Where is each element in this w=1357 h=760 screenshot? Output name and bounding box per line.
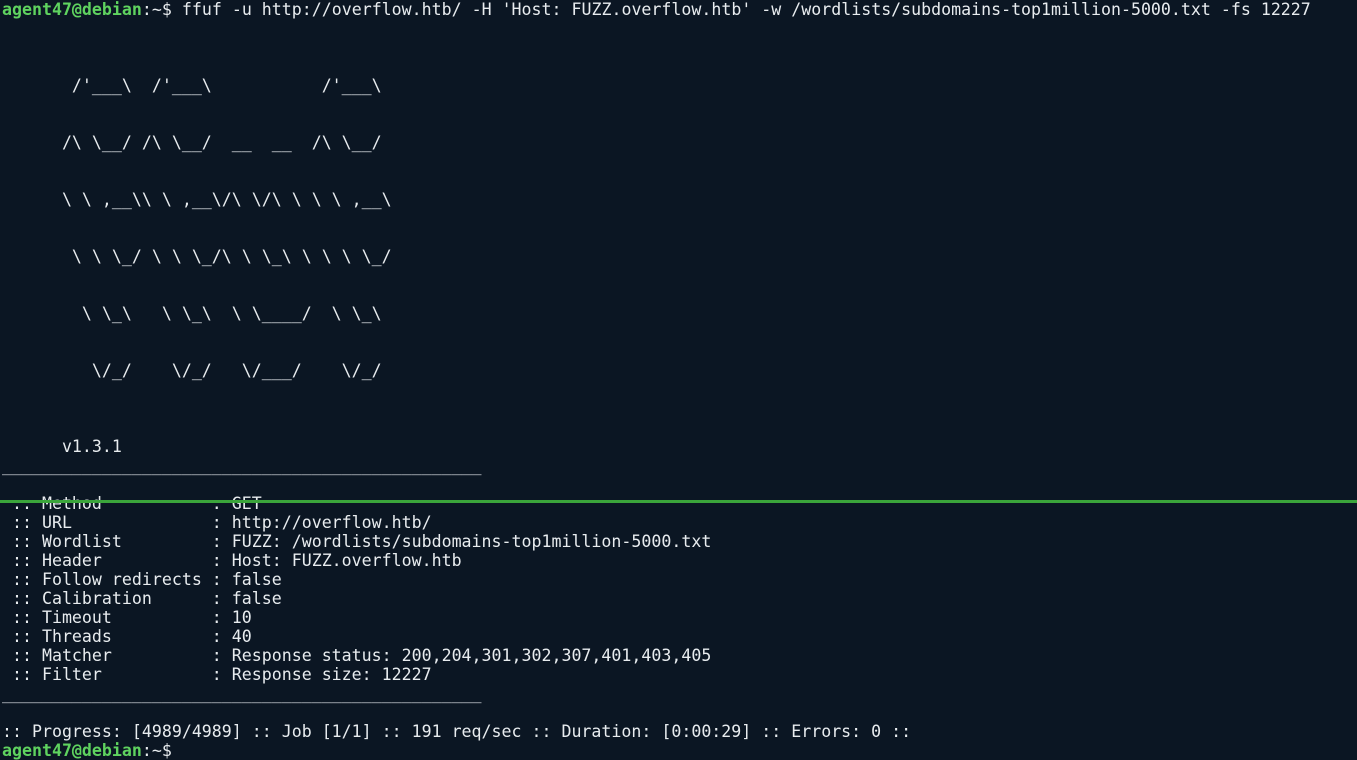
prompt-symbol: $ [162,0,172,19]
prompt-user: agent47@debian [2,741,142,760]
prompt-path: ~ [152,741,162,760]
config-list: :: Method : GET :: URL : http://overflow… [2,494,1357,684]
config-value: : Host: FUZZ.overflow.htb [212,551,462,570]
separator-rule: ________________________________________… [2,684,1357,703]
config-value: : Response status: 200,204,301,302,307,4… [212,646,712,665]
config-label: :: Filter [2,665,212,684]
command-text: ffuf -u http://overflow.htb/ -H 'Host: F… [182,0,1311,19]
prompt-separator: : [142,741,152,760]
terminal-window[interactable]: agent47@debian:~$ ffuf -u http://overflo… [0,0,1357,503]
config-row: :: Method : GET [2,494,1357,513]
config-label: :: Timeout [2,608,212,627]
config-value: : 40 [212,627,252,646]
config-value: : http://overflow.htb/ [212,513,432,532]
config-label: :: URL [2,513,212,532]
config-row: :: Threads : 40 [2,627,1357,646]
config-label: :: Header [2,551,212,570]
banner-line: /\ \__/ /\ \__/ __ __ /\ \__/ [2,133,1357,152]
progress-status: :: Progress: [4989/4989] :: Job [1/1] ::… [2,722,1357,741]
config-value: : false [212,589,282,608]
blank-line [2,418,1357,437]
config-value: : Response size: 12227 [212,665,432,684]
config-value: : 10 [212,608,252,627]
config-row: :: Header : Host: FUZZ.overflow.htb [2,551,1357,570]
ffuf-ascii-banner: /'___\ /'___\ /'___\ /\ \__/ /\ \__/ __ … [2,38,1357,418]
prompt-symbol: $ [162,741,172,760]
config-row: :: Follow redirects : false [2,570,1357,589]
prompt-path: ~ [152,0,162,19]
banner-line: /'___\ /'___\ /'___\ [2,76,1357,95]
config-row: :: Calibration : false [2,589,1357,608]
blank-line [2,703,1357,722]
command-line: agent47@debian:~$ ffuf -u http://overflo… [2,0,1357,19]
config-label: :: Calibration [2,589,212,608]
config-value: : FUZZ: /wordlists/subdomains-top1millio… [212,532,712,551]
config-value: : GET [212,494,262,513]
config-label: :: Wordlist [2,532,212,551]
prompt-user: agent47@debian [2,0,142,19]
config-row: :: Timeout : 10 [2,608,1357,627]
config-label: :: Matcher [2,646,212,665]
separator-rule: ________________________________________… [2,456,1357,475]
banner-line: \/_/ \/_/ \/___/ \/_/ [2,361,1357,380]
config-row: :: Matcher : Response status: 200,204,30… [2,646,1357,665]
config-row: :: URL : http://overflow.htb/ [2,513,1357,532]
config-label: :: Method [2,494,212,513]
config-row: :: Filter : Response size: 12227 [2,665,1357,684]
banner-line: \ \ ,__\\ \ ,__\/\ \/\ \ \ \ ,__\ [2,190,1357,209]
config-label: :: Threads [2,627,212,646]
config-label: :: Follow redirects [2,570,212,589]
config-value: : false [212,570,282,589]
version-text: v1.3.1 [2,437,1357,456]
banner-line: \ \_\ \ \_\ \ \____/ \ \_\ [2,304,1357,323]
prompt-line[interactable]: agent47@debian:~$ [2,741,1357,760]
config-row: :: Wordlist : FUZZ: /wordlists/subdomain… [2,532,1357,551]
blank-line [2,475,1357,494]
prompt-separator: : [142,0,152,19]
banner-line: \ \ \_/ \ \ \_/\ \ \_\ \ \ \ \_/ [2,247,1357,266]
